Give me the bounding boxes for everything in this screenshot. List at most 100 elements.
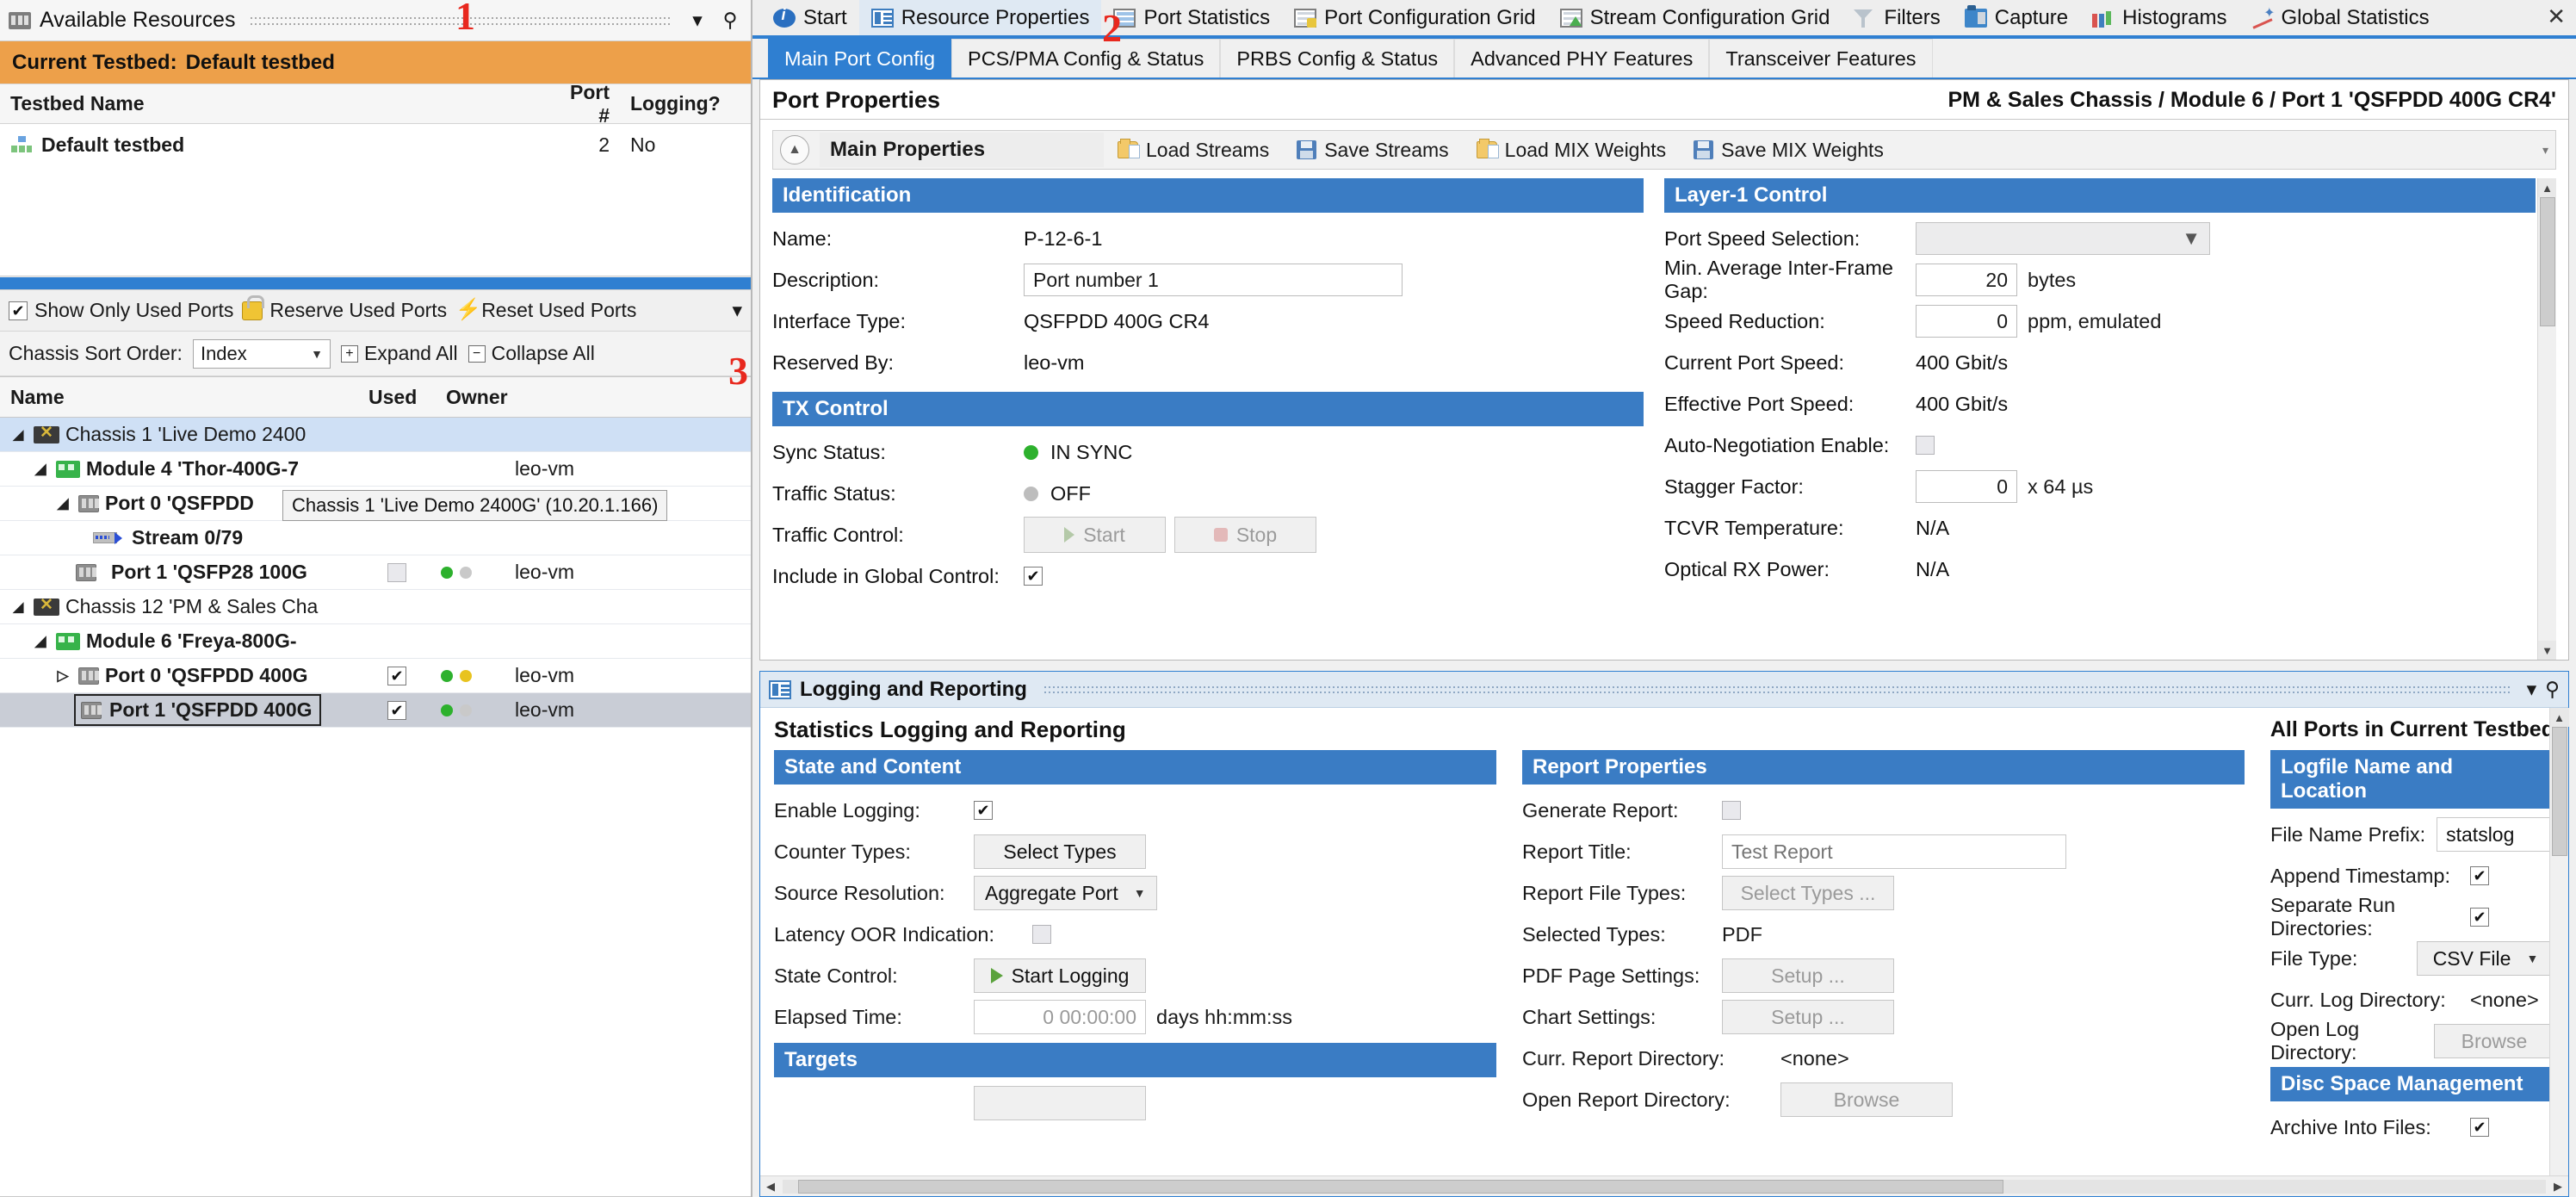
chassis-sort-order-select[interactable]: Index ▼ [192,338,331,369]
chart-settings-button[interactable]: Setup ... [1722,1000,1894,1034]
expander-collapse-icon[interactable]: ◢ [9,426,28,443]
scroll-up-icon[interactable]: ▲ [2537,178,2556,197]
select-types-button[interactable]: Select Types [974,834,1146,869]
checkbox-checked-icon[interactable]: ✔ [9,301,28,320]
file-type-select[interactable]: CSV File ▼ [2417,941,2554,976]
tab-start[interactable]: Start [761,0,859,35]
collapse-all-button[interactable]: − Collapse All [468,342,595,365]
archive-into-files-checkbox[interactable]: ✔ [2470,1118,2489,1137]
used-checkbox-checked[interactable]: ✔ [387,666,406,685]
tree-row-port-0-freya[interactable]: ▷ Port 0 'QSFPDD 400G ✔ leo-vm [0,659,751,693]
column-header-port-number[interactable]: Port # [551,81,620,127]
file-name-prefix-input[interactable]: statslog [2437,817,2554,852]
load-mix-weights-button[interactable]: Load MIX Weights [1463,139,1681,162]
scroll-right-icon[interactable]: ▶ [2548,1180,2568,1194]
tab-histograms[interactable]: Histograms [2080,0,2239,35]
tab-capture[interactable]: Capture [1953,0,2080,35]
tree-row-module-4[interactable]: ◢ Module 4 'Thor-400G-7 leo-vm [0,452,751,487]
pdf-page-settings-button[interactable]: Setup ... [1722,958,1894,993]
expander-collapse-icon[interactable]: ◢ [9,598,28,616]
resource-tree[interactable]: ◢ Chassis 1 'Live Demo 2400 ◢ Module 4 '… [0,418,751,1197]
append-timestamp-checkbox[interactable]: ✔ [2470,866,2489,885]
tab-prbs-config-status[interactable]: PRBS Config & Status [1220,39,1455,78]
logging-horizontal-scrollbar[interactable]: ◀ ▶ [760,1175,2568,1196]
stop-traffic-button[interactable]: Stop [1174,517,1316,553]
scrollbar-thumb[interactable] [798,1179,2003,1194]
reset-used-ports-button[interactable]: ⚡ Reset Used Ports [455,299,636,322]
scrollbar-thumb[interactable] [2551,727,2567,856]
tree-row-chassis-1[interactable]: ◢ Chassis 1 'Live Demo 2400 [0,418,751,452]
port-speed-selection-select[interactable]: ▼ [1916,222,2210,255]
tab-filters[interactable]: Filters [1842,0,1952,35]
min-average-ifg-input[interactable]: 20 [1916,264,2017,296]
toolbar-overflow-icon[interactable]: ▾ [2542,143,2548,158]
tab-transceiver-features[interactable]: Transceiver Features [1709,39,1933,78]
expander-collapse-icon[interactable]: ◢ [31,633,50,650]
expander-collapse-icon[interactable]: ◢ [31,461,50,478]
tree-row-chassis-12[interactable]: ◢ Chassis 12 'PM & Sales Cha [0,590,751,624]
report-title-input[interactable] [1722,834,2066,869]
chevron-up-icon[interactable]: ▲ [780,135,809,164]
scroll-down-icon[interactable]: ▼ [2537,641,2556,660]
browse-log-directory-button[interactable]: Browse [2434,1024,2554,1058]
auto-negotiation-checkbox[interactable] [1916,436,1935,455]
expand-all-button[interactable]: + Expand All [340,342,458,365]
expander-collapse-icon[interactable]: ◢ [53,495,72,512]
start-logging-button[interactable]: Start Logging [974,958,1146,993]
toolbar-overflow-icon[interactable]: ▾ [732,299,742,322]
used-checkbox-checked[interactable]: ✔ [387,700,406,720]
tree-row-stream[interactable]: Stream 0/79 [0,521,751,555]
pin-icon[interactable]: ⚲ [718,9,742,33]
scroll-up-icon[interactable]: ▲ [2549,708,2569,727]
source-resolution-select[interactable]: Aggregate Port ▼ [974,876,1157,910]
column-header-testbed-name[interactable]: Testbed Name [0,92,551,115]
pin-icon[interactable]: ⚲ [2545,678,2560,701]
speed-reduction-input[interactable]: 0 [1916,305,2017,338]
load-streams-button[interactable]: Load Streams [1104,139,1283,162]
stagger-factor-input[interactable]: 0 [1916,470,2017,503]
testbed-horizontal-scrollbar[interactable] [0,276,751,289]
enable-logging-checkbox[interactable]: ✔ [974,801,993,820]
separate-run-directories-checkbox[interactable]: ✔ [2470,908,2489,927]
scroll-left-icon[interactable]: ◀ [760,1180,781,1194]
save-streams-button[interactable]: Save Streams [1283,139,1462,162]
column-header-name[interactable]: Name [0,386,358,409]
scrollbar-thumb[interactable] [0,276,751,289]
scrollbar-thumb[interactable] [2539,197,2555,326]
expander-expand-icon[interactable]: ▷ [53,667,72,685]
targets-button[interactable] [974,1086,1146,1120]
tab-stream-configuration-grid[interactable]: Stream Configuration Grid [1548,0,1842,35]
used-checkbox[interactable] [387,562,406,582]
tab-pcs-pma-config-status[interactable]: PCS/PMA Config & Status [951,39,1221,78]
tab-port-statistics[interactable]: Port Statistics [1101,0,1282,35]
include-global-checkbox[interactable]: ✔ [1024,567,1043,586]
tree-row-port-1-qsfp28[interactable]: Port 1 'QSFP28 100G leo-vm [0,555,751,590]
logging-vertical-scrollbar[interactable]: ▲ [2549,708,2569,1175]
tab-resource-properties[interactable]: Resource Properties [858,0,1102,35]
tab-main-port-config[interactable]: Main Port Config [768,39,952,78]
show-only-used-ports-toggle[interactable]: ✔ Show Only Used Ports [9,299,233,322]
reserve-used-ports-button[interactable]: Reserve Used Ports [242,295,447,322]
column-header-owner[interactable]: Owner [436,386,642,409]
tab-advanced-phy-features[interactable]: Advanced PHY Features [1454,39,1710,78]
browse-report-directory-button[interactable]: Browse [1780,1082,1953,1117]
chevron-down-icon[interactable]: ▾ [2527,678,2537,701]
start-traffic-button[interactable]: Start [1024,517,1166,553]
tab-global-statistics[interactable]: Global Statistics [2239,0,2442,35]
description-input[interactable]: Port number 1 [1024,264,1403,296]
column-header-used[interactable]: Used [358,386,436,409]
generate-report-checkbox[interactable] [1722,801,1741,820]
port-properties-vertical-scrollbar[interactable]: ▲ ▼ [2537,178,2556,660]
latency-oor-checkbox[interactable] [1032,925,1051,944]
save-mix-weights-button[interactable]: Save MIX Weights [1680,139,1898,162]
tree-row-module-6[interactable]: ◢ Module 6 'Freya-800G- [0,624,751,659]
tree-row-port-1-freya-selected[interactable]: Port 1 'QSFPDD 400G ✔ leo-vm [0,693,751,728]
scrollbar-track[interactable] [783,1179,2546,1194]
chevron-down-icon[interactable]: ▾ [685,9,709,33]
tree-row-port-0-thor[interactable]: ◢ Port 0 'QSFPDD Chassis 1 'Live Demo 24… [0,487,751,521]
report-file-types-button[interactable]: Select Types ... [1722,876,1894,910]
column-header-logging[interactable]: Logging? [620,92,740,115]
scrollbar-track[interactable] [2538,326,2556,641]
tab-port-configuration-grid[interactable]: Port Configuration Grid [1282,0,1547,35]
table-row[interactable]: Default testbed 2 No [0,124,751,165]
